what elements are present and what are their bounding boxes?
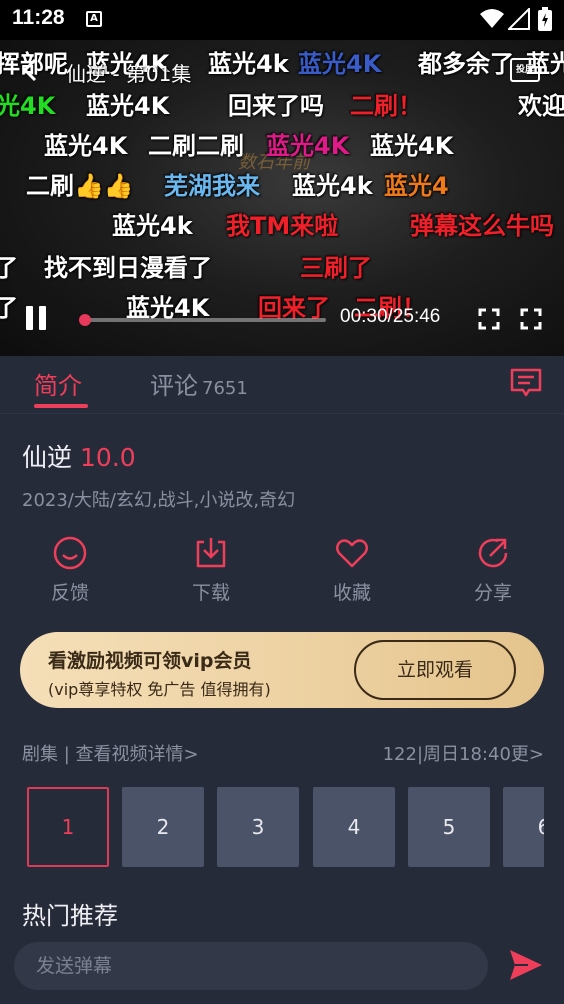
tab-bar: 简介 评论 7651 [0, 356, 564, 414]
danmaku-comment: 二刷！ [350, 92, 422, 120]
feedback-label: 反馈 [50, 582, 89, 604]
wifi-icon [480, 9, 504, 28]
send-icon[interactable] [508, 948, 544, 982]
active-tab-indicator [34, 404, 88, 408]
smile-icon [53, 536, 87, 570]
danmaku-comment: 蓝光4K [86, 92, 170, 120]
watch-now-button[interactable]: 立即观看 [354, 640, 516, 700]
episode-item[interactable]: 5 [408, 787, 490, 867]
tab-intro-label: 简介 [34, 372, 82, 400]
tab-intro[interactable]: 简介 [34, 366, 88, 408]
share-button[interactable]: 分享 [443, 530, 543, 605]
danmaku-comment: 蓝光4K [44, 132, 128, 160]
episode-update-info-link[interactable]: 122|周日18:40更> [383, 740, 544, 766]
favorite-label: 收藏 [332, 582, 371, 604]
danmaku-comment: 蓝光4K [298, 50, 382, 78]
episode-list: 1 2 3 4 5 6 [27, 787, 544, 867]
hot-recommend-heading: 热门推荐 [22, 902, 118, 930]
video-player[interactable]: 数石年前 挥部呢 蓝光4K 蓝光4k 蓝光4K 都多余了 蓝光 光4K 蓝光4K… [0, 40, 564, 356]
progress-bar[interactable] [80, 318, 326, 322]
danmaku-comment: 光4K [0, 92, 56, 120]
danmaku-input[interactable] [14, 942, 488, 990]
favorite-button[interactable]: 收藏 [302, 530, 402, 605]
danmaku-comment: 回来了吗 [228, 92, 324, 120]
danmaku-list-icon[interactable] [510, 368, 542, 398]
danmaku-comment: 了 [0, 294, 18, 322]
expand-icon[interactable] [520, 308, 542, 330]
danmaku-comment: 二刷二刷 [148, 132, 244, 160]
danmaku-comment: 我TM来啦 [226, 212, 339, 240]
action-row: 反馈 下载 收藏 分享 [0, 530, 564, 610]
show-meta: 2023/大陆/玄幻,战斗,小说改,奇幻 [22, 490, 296, 511]
episode-item[interactable]: 4 [313, 787, 395, 867]
episode-item[interactable]: 3 [217, 787, 299, 867]
pause-button[interactable] [26, 306, 48, 332]
chevron-left-icon [22, 58, 37, 82]
status-time: 11:28 [12, 6, 65, 29]
show-score: 10.0 [80, 443, 136, 472]
signal-icon [508, 8, 530, 30]
show-name: 仙逆 [22, 443, 73, 472]
tab-comments[interactable]: 评论 7651 [150, 366, 248, 401]
vip-subtitle: (vip尊享特权 免广告 值得拥有) [48, 680, 271, 699]
view-video-details-link[interactable]: 剧集 | 查看视频详情> [22, 744, 199, 765]
progress-knob[interactable] [78, 314, 91, 326]
download-icon [196, 538, 226, 568]
episode-item[interactable]: 1 [27, 787, 109, 867]
video-title: 仙逆 - 第01集 [66, 62, 192, 86]
episode-item[interactable]: 2 [122, 787, 204, 867]
danmaku-comment: 欢迎 [518, 92, 564, 120]
comments-count: 7651 [202, 378, 248, 399]
danmaku-comment: 都多余了 [418, 50, 514, 78]
status-bar: 11:28 A [0, 0, 564, 40]
back-button[interactable] [22, 58, 38, 88]
danmaku-comment: 三刷了 [300, 254, 372, 282]
danmaku-comment: 弹幕这么牛吗 [410, 212, 554, 240]
danmaku-comment: 芜湖我来 [164, 172, 260, 200]
tab-comments-label: 评论 [150, 372, 198, 400]
share-icon [478, 538, 508, 568]
pause-icon-bar [39, 306, 46, 330]
fullscreen-icon[interactable] [478, 308, 500, 330]
show-title: 仙逆 10.0 [22, 438, 136, 474]
vip-banner: 看激励视频可领vip会员 (vip尊享特权 免广告 值得拥有) 立即观看 [20, 632, 544, 708]
danmaku-comment: 蓝光4k [292, 172, 373, 200]
danmaku-comment: 蓝光4k [208, 50, 289, 78]
danmaku-comment: 了 [0, 254, 18, 282]
download-button[interactable]: 下载 [161, 530, 261, 605]
battery-icon [538, 7, 552, 31]
timecode: 00:30/25:46 [340, 306, 441, 327]
episodes-header: 剧集 | 查看视频详情> 122|周日18:40更> [22, 740, 544, 766]
danmaku-comment: 找不到日漫看了 [44, 254, 212, 282]
danmaku-comment: 蓝光4K [370, 132, 454, 160]
danmaku-comment: 蓝光4 [384, 172, 449, 200]
feedback-button[interactable]: 反馈 [20, 530, 120, 605]
heart-icon [336, 539, 368, 568]
cast-button[interactable]: 投屏 [510, 58, 540, 82]
episode-item[interactable]: 6 [503, 787, 544, 867]
pause-icon-bar [26, 306, 33, 330]
danmaku-comment: 蓝光4K [266, 132, 350, 160]
download-label: 下载 [191, 582, 230, 604]
share-label: 分享 [473, 582, 512, 604]
notification-a-icon: A [86, 11, 102, 27]
danmaku-comment: 二刷👍👍 [26, 172, 134, 200]
vip-title: 看激励视频可领vip会员 [48, 650, 252, 672]
danmaku-comment: 蓝光4k [112, 212, 193, 240]
